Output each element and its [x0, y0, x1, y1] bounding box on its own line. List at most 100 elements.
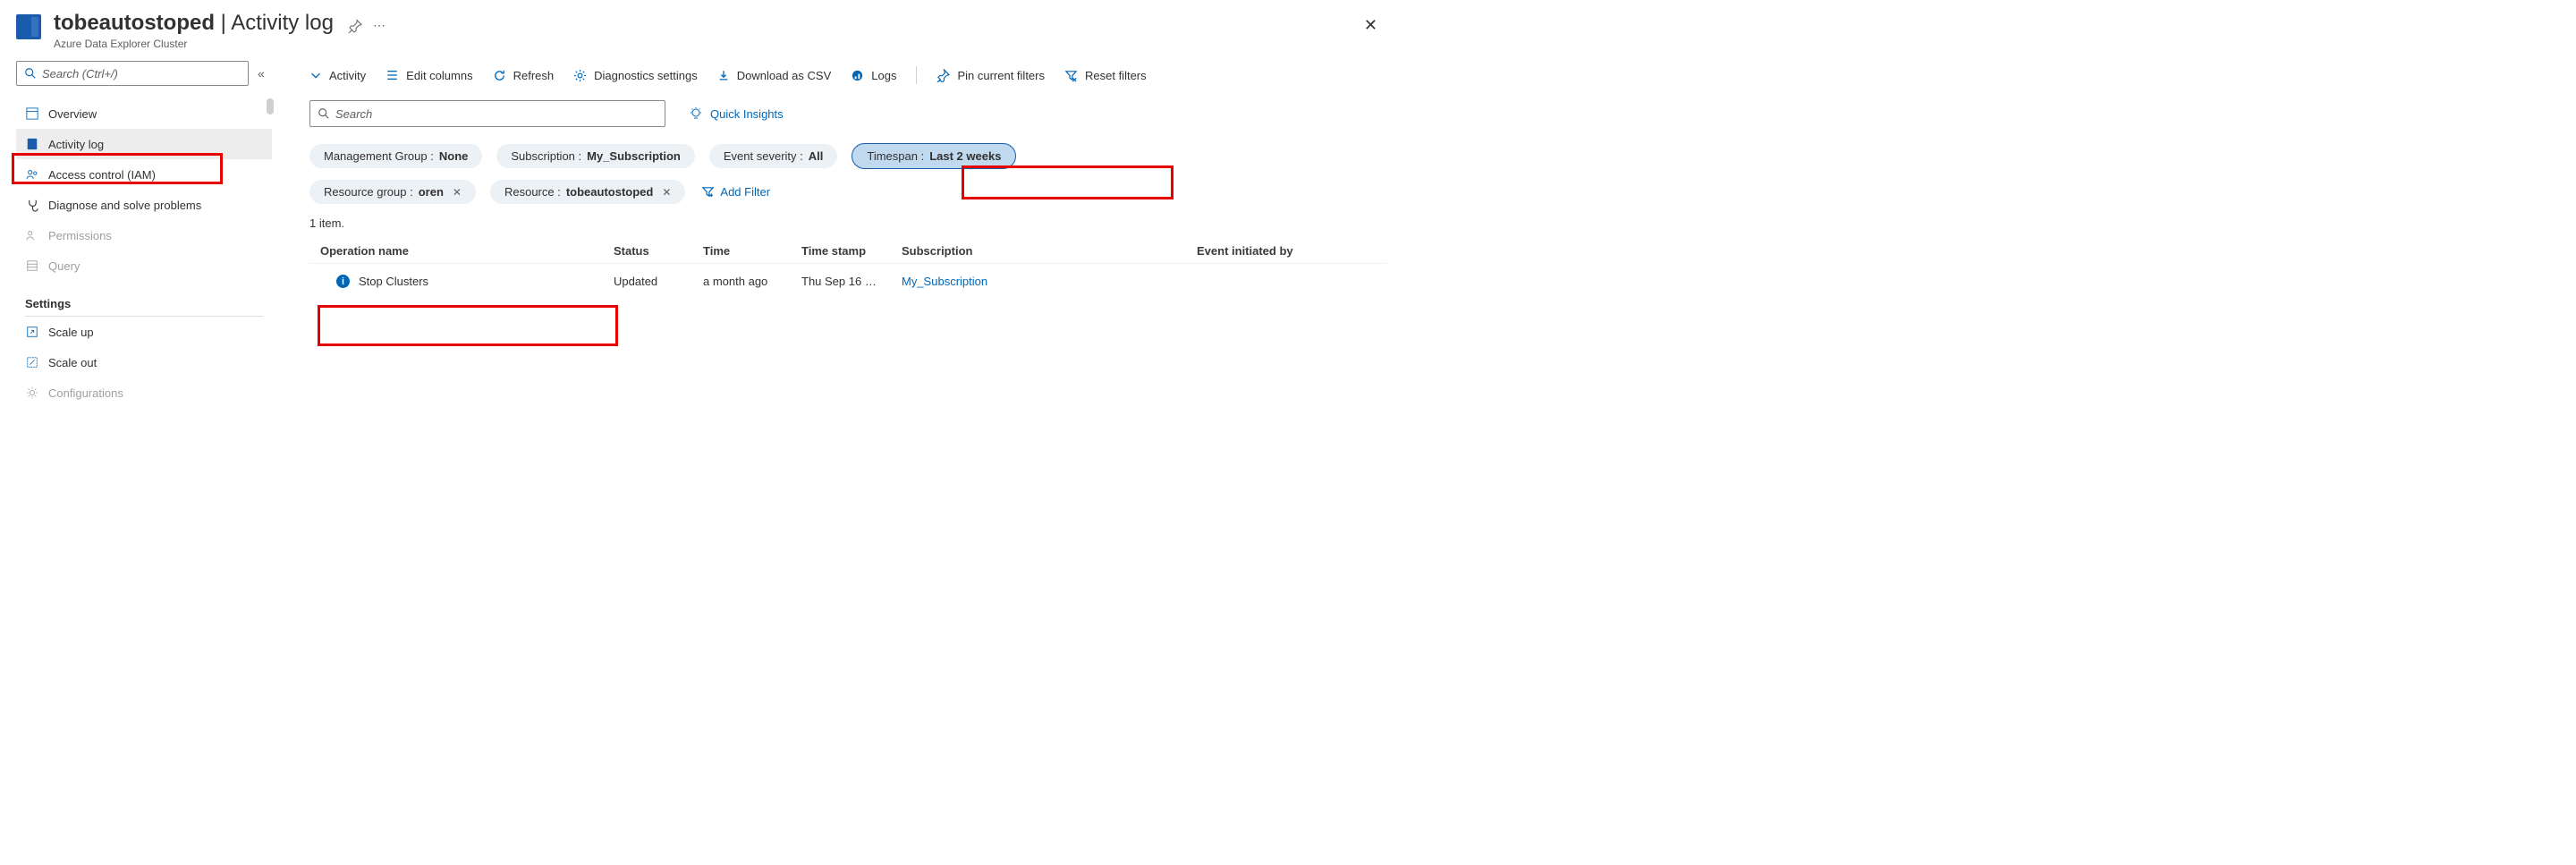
download-csv-button[interactable]: Download as CSV	[717, 69, 832, 82]
filter-management-group[interactable]: Management Group : None	[309, 144, 482, 168]
filter-pills: Management Group : None Subscription : M…	[309, 143, 1386, 169]
refresh-button[interactable]: Refresh	[493, 69, 555, 82]
toolbar-label: Download as CSV	[737, 69, 832, 82]
remove-filter-icon[interactable]: ✕	[662, 186, 671, 199]
nav-label: Activity log	[48, 138, 104, 151]
filter-resource[interactable]: Resource : tobeautostoped ✕	[490, 180, 685, 204]
nav-label: Query	[48, 259, 80, 273]
col-status[interactable]: Status	[614, 244, 703, 258]
filter-subscription[interactable]: Subscription : My_Subscription	[496, 144, 695, 168]
filter-pills-row2: Resource group : oren ✕ Resource : tobea…	[309, 180, 1386, 204]
nav-label: Access control (IAM)	[48, 168, 156, 182]
activity-dropdown[interactable]: Activity	[309, 69, 366, 82]
columns-icon	[386, 69, 399, 81]
pill-label: Resource :	[504, 185, 561, 199]
sidebar: « Overview Activity log	[0, 57, 274, 408]
overview-icon	[25, 106, 39, 121]
refresh-icon	[493, 69, 506, 82]
permissions-icon	[25, 228, 39, 242]
filter-reset-icon	[1064, 69, 1078, 82]
nav-overview[interactable]: Overview	[16, 98, 272, 129]
col-timestamp[interactable]: Time stamp	[801, 244, 902, 258]
pin-icon[interactable]	[348, 19, 362, 33]
nav-label: Overview	[48, 107, 97, 121]
chevron-down-icon	[309, 69, 322, 81]
info-icon: i	[336, 275, 350, 288]
toolbar-label: Diagnostics settings	[594, 69, 698, 82]
search-icon	[318, 107, 330, 120]
toolbar-label: Logs	[871, 69, 896, 82]
diagnose-icon	[25, 198, 39, 212]
col-time[interactable]: Time	[703, 244, 801, 258]
pill-label: Resource group :	[324, 185, 413, 199]
reset-filters-button[interactable]: Reset filters	[1064, 69, 1147, 82]
more-icon[interactable]: ⋯	[373, 18, 386, 33]
table-row[interactable]: i Stop Clusters Updated a month ago Thu …	[309, 263, 1386, 299]
cell-timestamp: Thu Sep 16 …	[801, 275, 902, 288]
toolbar: Activity Edit columns Refresh	[309, 61, 1386, 95]
pill-label: Management Group :	[324, 149, 434, 163]
pill-label: Timespan :	[867, 149, 924, 163]
nav-access-control[interactable]: Access control (IAM)	[16, 159, 272, 190]
nav-scale-up[interactable]: Scale up	[16, 317, 272, 347]
sidebar-search-input[interactable]	[42, 67, 241, 81]
remove-filter-icon[interactable]: ✕	[453, 186, 462, 199]
pin-filters-button[interactable]: Pin current filters	[936, 69, 1045, 82]
filter-event-severity[interactable]: Event severity : All	[709, 144, 838, 168]
gear-icon	[573, 69, 587, 82]
nav-query[interactable]: Query	[16, 250, 272, 281]
sidebar-search[interactable]	[16, 61, 249, 86]
download-icon	[717, 69, 730, 82]
activity-table: Operation name Status Time Time stamp Su…	[309, 239, 1386, 299]
page-header: tobeautostoped | Activity log Azure Data…	[0, 0, 1395, 57]
pill-value: oren	[419, 185, 444, 199]
scale-up-icon	[25, 325, 39, 339]
search-icon	[24, 67, 37, 80]
diagnostics-settings-button[interactable]: Diagnostics settings	[573, 69, 698, 82]
nav-label: Configurations	[48, 386, 123, 400]
filter-resource-group[interactable]: Resource group : oren ✕	[309, 180, 476, 204]
quick-insights-link[interactable]: Quick Insights	[689, 106, 784, 121]
logs-button[interactable]: Logs	[851, 69, 896, 82]
nav-label: Permissions	[48, 229, 112, 242]
activity-search[interactable]	[309, 100, 665, 127]
main-content: Activity Edit columns Refresh	[274, 57, 1395, 408]
nav-configurations[interactable]: Configurations	[16, 377, 272, 408]
add-filter-label: Add Filter	[720, 185, 770, 199]
toolbar-label: Edit columns	[406, 69, 472, 82]
toolbar-label: Activity	[329, 69, 366, 82]
add-filter-button[interactable]: Add Filter	[699, 180, 784, 204]
scale-out-icon	[25, 355, 39, 369]
nav-label: Scale up	[48, 326, 94, 339]
add-filter-icon	[701, 185, 715, 199]
nav-permissions[interactable]: Permissions	[16, 220, 272, 250]
cell-status: Updated	[614, 275, 703, 288]
section-settings-label: Settings	[25, 297, 272, 310]
toolbar-label: Refresh	[513, 69, 555, 82]
table-header: Operation name Status Time Time stamp Su…	[309, 239, 1386, 263]
pill-value: Last 2 weeks	[929, 149, 1001, 163]
pin-icon	[936, 69, 950, 82]
scrollbar[interactable]	[267, 98, 274, 114]
edit-columns-button[interactable]: Edit columns	[386, 69, 472, 82]
nav-activity-log[interactable]: Activity log	[16, 129, 272, 159]
resource-type-icon	[16, 14, 41, 39]
people-icon	[25, 167, 39, 182]
toolbar-separator	[916, 66, 917, 84]
cell-subscription[interactable]: My_Subscription	[902, 275, 1197, 288]
col-operation[interactable]: Operation name	[309, 244, 614, 258]
col-event-by[interactable]: Event initiated by	[1197, 244, 1386, 258]
nav-scale-out[interactable]: Scale out	[16, 347, 272, 377]
activity-search-input[interactable]	[335, 107, 657, 121]
toolbar-label: Reset filters	[1085, 69, 1147, 82]
crumb-page: Activity log	[231, 11, 334, 35]
activity-log-icon	[25, 137, 39, 151]
nav-label: Scale out	[48, 356, 97, 369]
pill-label: Event severity :	[724, 149, 803, 163]
page-title: tobeautostoped | Activity log	[54, 11, 334, 36]
filter-timespan[interactable]: Timespan : Last 2 weeks	[852, 143, 1016, 169]
collapse-sidebar-icon[interactable]: «	[258, 66, 265, 81]
close-icon[interactable]: ✕	[1364, 16, 1377, 35]
col-subscription[interactable]: Subscription	[902, 244, 1197, 258]
nav-diagnose[interactable]: Diagnose and solve problems	[16, 190, 272, 220]
